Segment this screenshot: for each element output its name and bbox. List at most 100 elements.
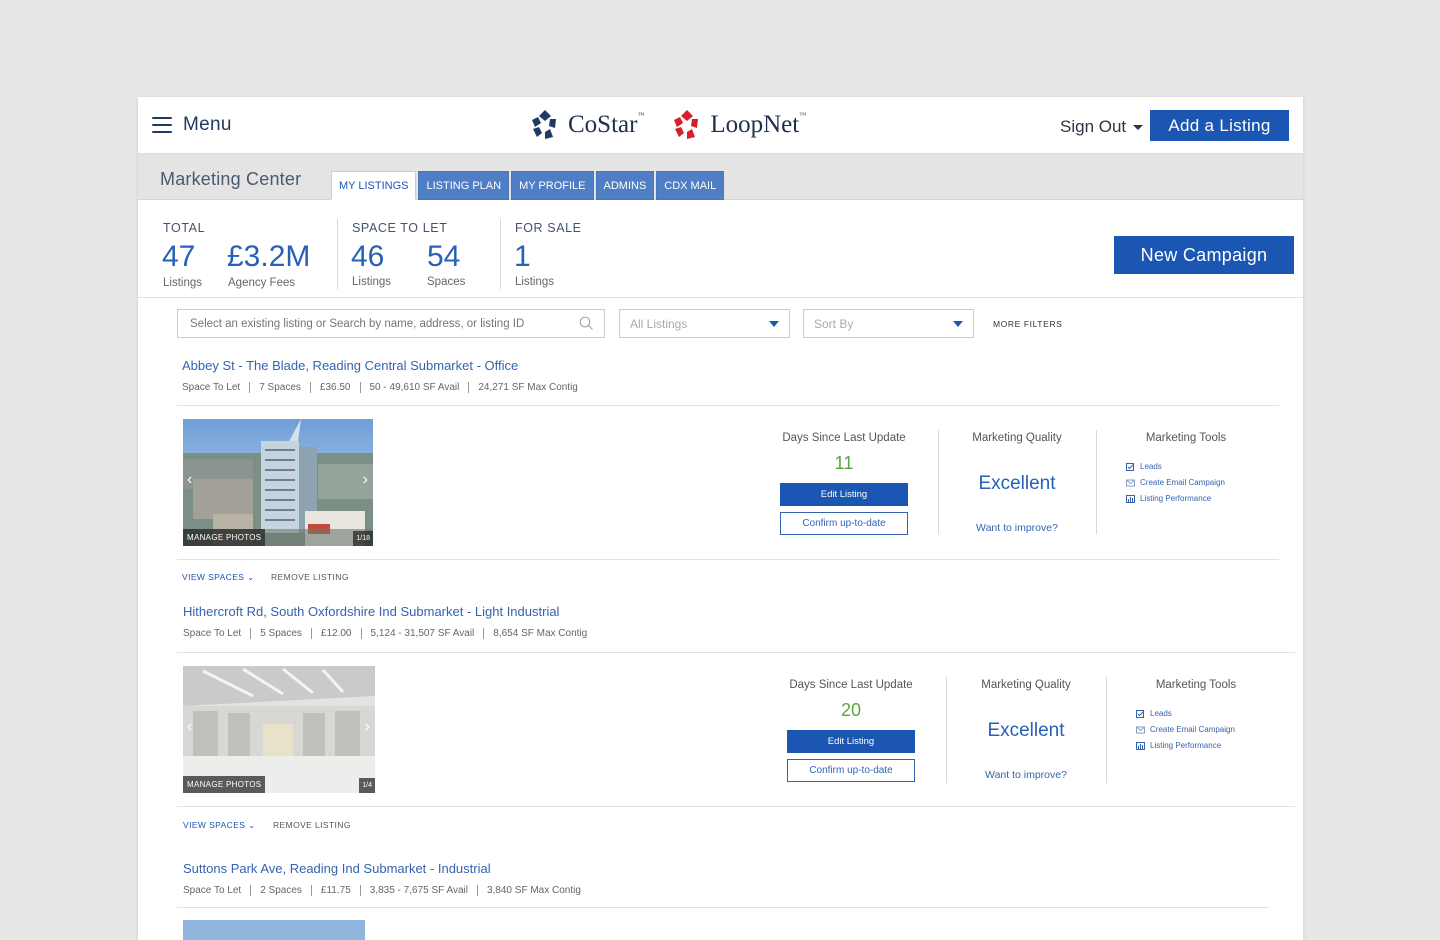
chevron-down-icon: ⌄ — [248, 820, 256, 830]
divider — [177, 907, 1269, 908]
dropdown-arrow-icon — [953, 321, 963, 327]
listing-type: Space To Let — [183, 628, 242, 639]
office-building-photo — [183, 419, 373, 546]
create-email-campaign-link[interactable]: Create Email Campaign — [1126, 478, 1225, 487]
listing-title[interactable]: Abbey St - The Blade, Reading Central Su… — [182, 358, 518, 373]
more-filters-link[interactable]: MORE FILTERS — [993, 319, 1062, 329]
listing-search-input[interactable] — [177, 309, 605, 338]
create-email-campaign-label: Create Email Campaign — [1140, 478, 1225, 487]
listing-rent: £36.50 — [309, 382, 360, 393]
listing-type: Space To Let — [182, 382, 241, 393]
marketing-tools-label: Marketing Tools — [1145, 432, 1227, 444]
tab-listing-plan[interactable]: LISTING PLAN — [418, 171, 510, 200]
column-divider — [946, 677, 947, 783]
manage-photos-button[interactable]: MANAGE PHOTOS — [183, 776, 266, 793]
create-email-campaign-label: Create Email Campaign — [1150, 725, 1235, 734]
listing-rent: £12.00 — [310, 628, 361, 639]
checkbox-icon — [1136, 709, 1145, 718]
costar-logo[interactable]: CoStar™ — [528, 108, 644, 142]
leads-label: Leads — [1140, 462, 1162, 471]
marketing-quality-label: Marketing Quality — [972, 432, 1062, 444]
dropdown-arrow-icon — [769, 321, 779, 327]
bar-chart-icon — [1136, 741, 1145, 750]
want-to-improve-link[interactable]: Want to improve? — [950, 769, 1102, 781]
loopnet-logo[interactable]: LoopNet™ — [670, 108, 806, 142]
search-icon[interactable] — [579, 316, 593, 330]
stats-divider — [500, 219, 501, 289]
add-listing-button[interactable]: Add a Listing — [1150, 110, 1289, 141]
leads-link[interactable]: Leads — [1136, 709, 1172, 718]
total-label: TOTAL — [163, 221, 206, 235]
listing-spaces: 2 Spaces — [250, 885, 311, 896]
tab-cdx-mail[interactable]: CDX MAIL — [656, 171, 725, 200]
chevron-left-icon[interactable]: ‹ — [187, 471, 192, 489]
view-spaces-link[interactable]: VIEW SPACES ⌄ — [182, 572, 255, 583]
listing-photo[interactable]: ‹ › MANAGE PHOTOS 1/4 — [183, 666, 375, 793]
view-spaces-link[interactable]: VIEW SPACES ⌄ — [183, 820, 256, 831]
sort-by-value: Sort By — [814, 317, 854, 331]
costar-wordmark: CoStar™ — [568, 111, 645, 138]
tab-admins[interactable]: ADMINS — [595, 171, 655, 200]
sign-out-label: Sign Out — [1060, 117, 1127, 136]
listing-avail: 5,124 - 31,507 SF Avail — [360, 628, 484, 639]
sort-by-select[interactable]: Sort By — [803, 309, 974, 338]
divider — [177, 652, 1295, 653]
listing-spaces: 5 Spaces — [250, 628, 311, 639]
brand-logos: CoStar™ LoopNet™ — [528, 108, 832, 142]
listings-filter-value: All Listings — [630, 317, 688, 331]
manage-photos-button[interactable]: MANAGE PHOTOS — [183, 529, 266, 546]
chevron-left-icon[interactable]: ‹ — [187, 718, 192, 736]
want-to-improve-link[interactable]: Want to improve? — [941, 522, 1093, 534]
confirm-up-to-date-button[interactable]: Confirm up-to-date — [780, 512, 908, 535]
listing-max-contig: 24,271 SF Max Contig — [468, 382, 587, 393]
sale-listings-count: 1 — [514, 240, 531, 273]
listing-type: Space To Let — [183, 885, 242, 896]
chevron-down-icon: ⌄ — [247, 572, 255, 582]
listing-title[interactable]: Hithercroft Rd, South Oxfordshire Ind Su… — [183, 604, 559, 619]
loopnet-wordmark: LoopNet™ — [710, 111, 807, 138]
sign-out-dropdown[interactable]: Sign Out — [1060, 117, 1144, 137]
listing-avail: 50 - 49,610 SF Avail — [359, 382, 469, 393]
marketing-quality-label: Marketing Quality — [981, 679, 1071, 691]
listing-title[interactable]: Suttons Park Ave, Reading Ind Submarket … — [183, 861, 491, 876]
envelope-icon — [1126, 479, 1135, 486]
loopnet-mark-icon — [674, 110, 699, 139]
total-listings-label: Listings — [163, 277, 202, 289]
days-since-update-value: 11 — [834, 453, 854, 473]
listing-performance-label: Listing Performance — [1150, 741, 1222, 750]
confirm-up-to-date-button[interactable]: Confirm up-to-date — [787, 759, 915, 782]
space-to-let-label: SPACE TO LET — [352, 221, 448, 235]
listing-rent: £11.75 — [310, 885, 360, 896]
chevron-right-icon[interactable]: › — [363, 471, 368, 489]
remove-listing-link[interactable]: REMOVE LISTING — [273, 820, 351, 830]
caret-down-icon — [1133, 124, 1144, 130]
column-divider — [1096, 430, 1097, 534]
remove-listing-link[interactable]: REMOVE LISTING — [271, 572, 349, 582]
envelope-icon — [1136, 726, 1145, 733]
create-email-campaign-link[interactable]: Create Email Campaign — [1136, 725, 1235, 734]
listing-performance-link[interactable]: Listing Performance — [1136, 741, 1221, 750]
total-listings-count: 47 — [162, 240, 196, 273]
sale-listings-label: Listings — [515, 276, 554, 288]
marketing-center-header: Marketing Center MY LISTINGS LISTING PLA… — [138, 154, 1303, 200]
tab-my-listings[interactable]: MY LISTINGS — [331, 171, 417, 200]
listing-photo[interactable]: ‹ › MANAGE PHOTOS 1/18 — [183, 419, 373, 546]
listing-meta: Space To Let 5 Spaces £12.00 5,124 - 31,… — [183, 628, 596, 639]
edit-listing-button[interactable]: Edit Listing — [787, 730, 915, 753]
summary-stats: TOTAL 47 Listings £3.2M Agency Fees SPAC… — [138, 201, 1303, 298]
new-campaign-button[interactable]: New Campaign — [1114, 236, 1294, 274]
divider — [177, 559, 1279, 560]
leads-link[interactable]: Leads — [1126, 462, 1162, 471]
column-divider — [1106, 677, 1107, 783]
listing-photo[interactable] — [183, 920, 365, 940]
tab-my-profile[interactable]: MY PROFILE — [511, 171, 594, 200]
days-since-update-label: Days Since Last Update — [782, 432, 906, 444]
edit-listing-button[interactable]: Edit Listing — [780, 483, 908, 506]
menu-button[interactable]: Menu — [152, 114, 232, 136]
listing-performance-link[interactable]: Listing Performance — [1126, 494, 1211, 503]
listings-filter-select[interactable]: All Listings — [619, 309, 790, 338]
space-spaces-label: Spaces — [427, 276, 466, 288]
chevron-right-icon[interactable]: › — [365, 718, 370, 736]
tab-list: MY LISTINGS LISTING PLAN MY PROFILE ADMI… — [331, 171, 726, 200]
listing-meta: Space To Let 2 Spaces £11.75 3,835 - 7,6… — [183, 885, 590, 896]
